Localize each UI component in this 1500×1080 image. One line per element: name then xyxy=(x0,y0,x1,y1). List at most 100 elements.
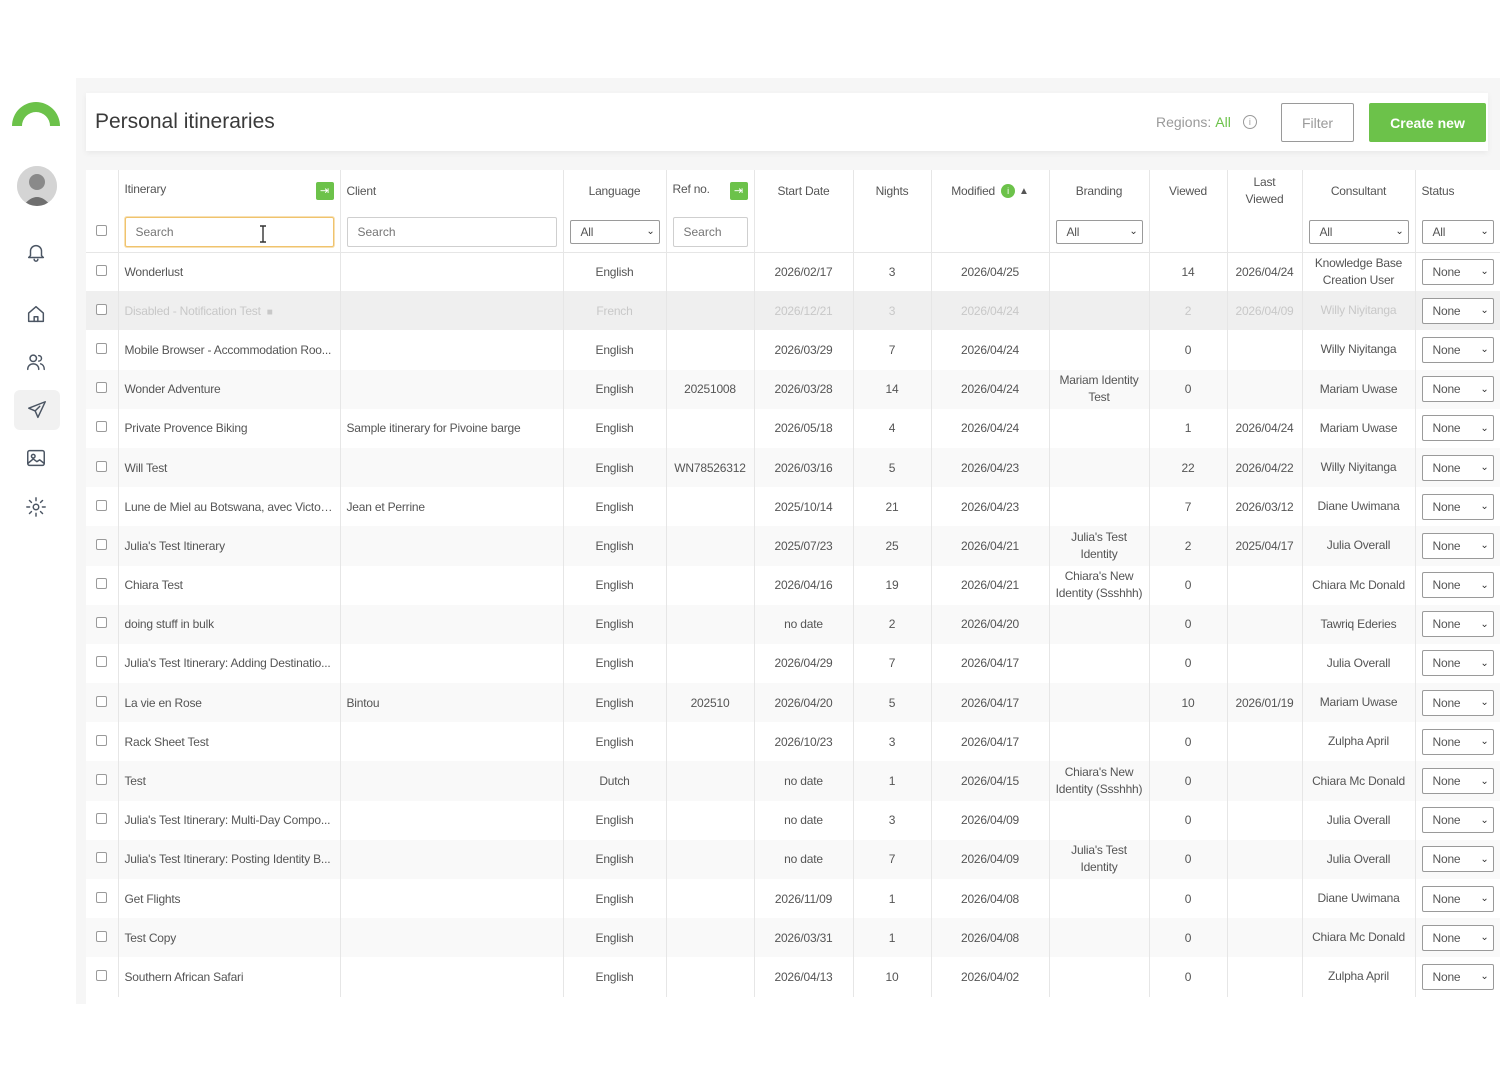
cell-itinerary[interactable]: Julia's Test Itinerary: Multi-Day Compo.… xyxy=(118,800,341,840)
row-checkbox[interactable] xyxy=(96,342,108,354)
status-filter-select[interactable]: All ⌄ xyxy=(1421,219,1494,244)
status-select[interactable]: None ⌄ xyxy=(1421,415,1494,442)
column-header-language[interactable]: Language xyxy=(563,170,667,212)
row-checkbox[interactable] xyxy=(96,460,108,472)
table-row[interactable]: doing stuff in bulk English no date 2 2026/0… xyxy=(86,604,1500,644)
row-checkbox[interactable] xyxy=(96,930,108,942)
table-row[interactable]: Julia's Test Itinerary: Multi-Day Compo.… xyxy=(86,800,1500,840)
status-select[interactable]: None ⌄ xyxy=(1421,924,1494,951)
send-icon[interactable] xyxy=(14,390,60,430)
branding-select[interactable]: All ⌄ xyxy=(1055,219,1143,244)
table-row[interactable]: Wonder Adventure English 20251008 2026/03/2… xyxy=(86,369,1500,409)
cell-itinerary[interactable]: Chiara Test xyxy=(118,565,341,605)
status-select[interactable]: None ⌄ xyxy=(1421,728,1494,755)
cell-itinerary[interactable]: Wonder Adventure xyxy=(118,369,341,409)
status-select[interactable]: None ⌄ xyxy=(1421,846,1494,873)
row-checkbox[interactable] xyxy=(96,617,108,629)
table-row[interactable]: Lune de Miel au Botswana, avec Victori..… xyxy=(86,487,1500,527)
info-icon[interactable]: i xyxy=(1001,184,1016,199)
export-icon[interactable]: ⇥ xyxy=(315,182,334,200)
regions-selector[interactable]: Regions: All i xyxy=(1156,114,1257,130)
cell-itinerary[interactable]: Julia's Test Itinerary: Adding Destinati… xyxy=(118,643,341,684)
cell-itinerary[interactable]: Mobile Browser - Accommodation Roo... xyxy=(118,330,341,370)
status-select[interactable]: None ⌄ xyxy=(1421,532,1494,559)
cell-itinerary[interactable]: Julia's Test Itinerary: Posting Identity… xyxy=(118,839,341,879)
status-select[interactable]: None ⌄ xyxy=(1421,689,1494,716)
sort-ascending-icon[interactable]: ▲ xyxy=(1019,186,1029,197)
client-search-input[interactable] xyxy=(346,216,557,247)
column-header-last-viewed[interactable]: Last Viewed xyxy=(1227,170,1303,212)
table-row[interactable]: Southern African Safari English 2026/04/13… xyxy=(86,957,1500,997)
table-row[interactable]: Disabled - Notification Test ■ French 2026/… xyxy=(86,291,1500,331)
cell-itinerary[interactable]: Lune de Miel au Botswana, avec Victori..… xyxy=(118,487,341,527)
itinerary-search-input[interactable] xyxy=(124,216,334,247)
table-row[interactable]: Test Dutch no date 1 2026/04/15 Chiara's New … xyxy=(86,761,1500,801)
table-row[interactable]: Wonderlust English 2026/02/17 3 2026/04/25 14… xyxy=(86,252,1500,292)
column-header-viewed[interactable]: Viewed xyxy=(1149,170,1228,212)
row-checkbox[interactable] xyxy=(96,656,108,668)
table-row[interactable]: Mobile Browser - Accommodation Roo... Eng… xyxy=(86,330,1500,370)
status-select[interactable]: None ⌄ xyxy=(1421,885,1494,912)
avatar[interactable] xyxy=(17,166,57,206)
column-header-nights[interactable]: Nights xyxy=(853,170,932,212)
cell-itinerary[interactable]: doing stuff in bulk xyxy=(118,604,341,644)
cell-itinerary[interactable]: Private Provence Biking xyxy=(118,408,341,448)
table-row[interactable]: Julia's Test Itinerary: Adding Destinati… xyxy=(86,643,1500,684)
row-checkbox[interactable] xyxy=(96,382,108,394)
cell-itinerary[interactable]: Test xyxy=(118,761,341,801)
column-header-status[interactable]: Status xyxy=(1415,170,1500,212)
filter-button[interactable]: Filter xyxy=(1281,103,1354,142)
row-checkbox[interactable] xyxy=(96,969,108,981)
status-select[interactable]: None ⌄ xyxy=(1421,493,1494,520)
row-checkbox[interactable] xyxy=(96,852,108,864)
column-header-client[interactable]: Client xyxy=(340,170,564,212)
select-all-checkbox[interactable] xyxy=(96,224,108,236)
row-checkbox[interactable] xyxy=(96,538,108,550)
table-row[interactable]: Will Test English WN78526312 2026/03/16 5 202… xyxy=(86,447,1500,488)
row-checkbox[interactable] xyxy=(96,303,108,315)
status-select[interactable]: None ⌄ xyxy=(1421,454,1494,481)
row-checkbox[interactable] xyxy=(96,813,108,825)
table-row[interactable]: La vie en Rose Bintou English 202510 2026/04… xyxy=(86,683,1500,723)
table-row[interactable]: Julia's Test Itinerary: Posting Identity… xyxy=(86,839,1500,879)
row-checkbox[interactable] xyxy=(96,264,108,276)
column-header-start-date[interactable]: Start Date xyxy=(754,170,854,212)
cell-itinerary[interactable]: Will Test xyxy=(118,447,341,488)
gear-icon[interactable] xyxy=(22,493,50,521)
table-row[interactable]: Test Copy English 2026/03/31 1 2026/04/08 0 Ch… xyxy=(86,918,1500,958)
language-select[interactable]: All ⌄ xyxy=(569,219,660,244)
users-icon[interactable] xyxy=(22,348,50,376)
info-icon[interactable]: i xyxy=(1242,115,1257,129)
row-checkbox[interactable] xyxy=(96,695,108,707)
table-row[interactable]: Rack Sheet Test English 2026/10/23 3 2026/04… xyxy=(86,722,1500,762)
cell-itinerary[interactable]: Test Copy xyxy=(118,918,341,958)
column-header-branding[interactable]: Branding xyxy=(1049,170,1150,212)
cell-itinerary[interactable]: Wonderlust xyxy=(118,252,341,292)
consultant-select[interactable]: All ⌄ xyxy=(1308,219,1409,244)
row-checkbox[interactable] xyxy=(96,578,108,590)
row-checkbox[interactable] xyxy=(96,421,108,433)
image-icon[interactable] xyxy=(22,444,50,472)
status-select[interactable]: None ⌄ xyxy=(1421,768,1494,795)
status-select[interactable]: None ⌄ xyxy=(1421,807,1494,834)
status-select[interactable]: None ⌄ xyxy=(1421,258,1494,285)
cell-itinerary[interactable]: Southern African Safari xyxy=(118,957,341,997)
column-header-itinerary[interactable]: Itinerary ⇥ xyxy=(118,170,341,212)
app-logo[interactable] xyxy=(10,98,62,128)
cell-itinerary[interactable]: Disabled - Notification Test ■ xyxy=(118,291,341,331)
cell-itinerary[interactable]: Rack Sheet Test xyxy=(118,722,341,762)
bell-icon[interactable] xyxy=(22,238,50,266)
row-checkbox[interactable] xyxy=(96,734,108,746)
status-select[interactable]: None ⌄ xyxy=(1421,650,1494,677)
status-select[interactable]: None ⌄ xyxy=(1421,297,1494,324)
column-header-consultant[interactable]: Consultant xyxy=(1302,170,1416,212)
row-checkbox[interactable] xyxy=(96,499,108,511)
export-icon[interactable]: ⇥ xyxy=(729,182,748,200)
row-checkbox[interactable] xyxy=(96,774,108,786)
table-row[interactable]: Chiara Test English 2026/04/16 19 2026/04/21… xyxy=(86,565,1500,605)
cell-itinerary[interactable]: Julia's Test Itinerary xyxy=(118,526,341,566)
ref-search-input[interactable] xyxy=(672,216,748,247)
row-checkbox[interactable] xyxy=(96,891,108,903)
status-select[interactable]: None ⌄ xyxy=(1421,376,1494,403)
create-new-button[interactable]: Create new xyxy=(1369,103,1486,142)
